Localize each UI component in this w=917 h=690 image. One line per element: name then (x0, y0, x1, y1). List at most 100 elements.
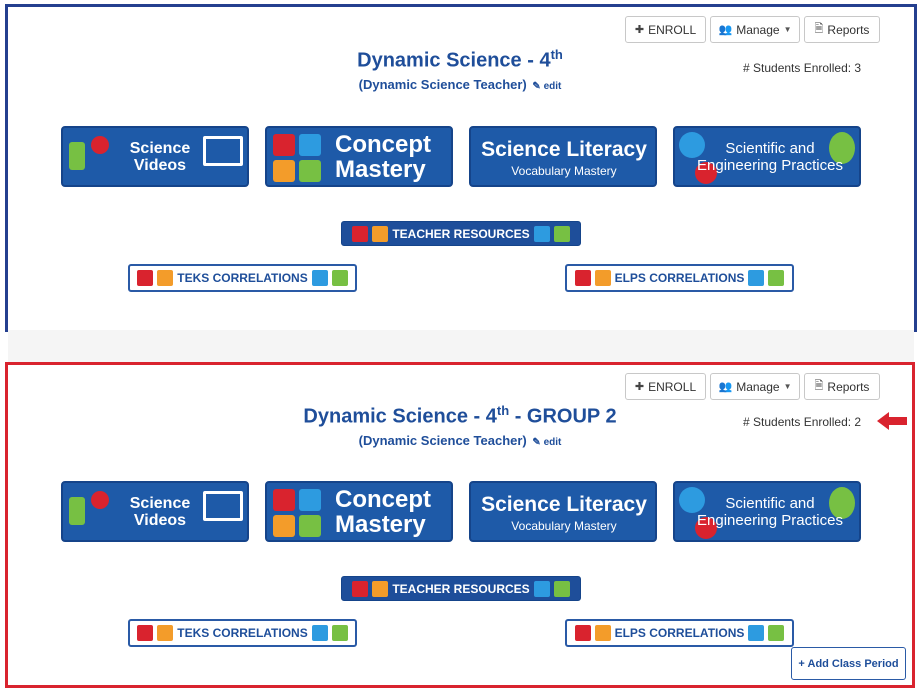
planet-icon (273, 160, 295, 182)
edit-link[interactable]: ✎ edit (532, 437, 561, 448)
teks-correlations-button[interactable]: TEKS CORRELATIONS (128, 619, 357, 647)
science-videos-tile[interactable]: Science Videos (61, 126, 249, 187)
beaker-icon (533, 580, 550, 597)
flask-icon (91, 491, 109, 509)
users-icon: 👥 (718, 24, 733, 36)
reports-label: Reports (827, 379, 870, 394)
manage-label: Manage (736, 379, 780, 394)
students-enrolled: # Students Enrolled: 2 (743, 415, 862, 429)
planet-icon (157, 270, 174, 286)
dna-icon (273, 134, 295, 156)
edit-link[interactable]: ✎ edit (532, 81, 561, 92)
enroll-button[interactable]: ✚ ENROLL (625, 16, 706, 43)
manage-label: Manage (736, 22, 780, 37)
elps-label: ELPS CORRELATIONS (614, 626, 745, 640)
atom-icon (331, 270, 348, 286)
beaker-icon (299, 134, 321, 156)
sep-tile[interactable]: Scientific and Engineering Practices (673, 481, 861, 542)
teacher-name: (Dynamic Science Teacher) (358, 77, 527, 92)
teacher-line: (Dynamic Science Teacher) ✎ edit (8, 433, 912, 448)
reports-button[interactable]: 🗎 Reports (804, 16, 880, 43)
class-panel-1: ✚ ENROLL 👥 Manage ▼ 🗎 Reports Dynamic Sc… (5, 4, 917, 332)
teacher-resources-label: TEACHER RESOURCES (392, 226, 530, 241)
caret-down-icon: ▼ (783, 382, 792, 391)
edit-label: edit (543, 437, 562, 448)
elps-correlations-button[interactable]: ELPS CORRELATIONS (565, 619, 794, 647)
teks-correlations-button[interactable]: TEKS CORRELATIONS (128, 264, 357, 292)
manage-dropdown[interactable]: 👥 Manage ▼ (710, 16, 800, 43)
teks-label: TEKS CORRELATIONS (177, 271, 308, 285)
page-root: ✚ ENROLL 👥 Manage ▼ 🗎 Reports Dynamic Sc… (0, 0, 917, 690)
elps-correlations-button[interactable]: ELPS CORRELATIONS (565, 264, 794, 292)
title-text: Dynamic Science - 4 (357, 49, 551, 72)
tile-label: Science Videos (129, 140, 191, 174)
left-arrow-icon (877, 412, 907, 430)
tile-label: Scientific and Engineering Practices (697, 495, 843, 529)
tile-label: Scientific and Engineering Practices (697, 140, 843, 174)
dna-icon (137, 270, 154, 286)
document-icon: 🗎 (814, 380, 824, 392)
sep-tile[interactable]: Scientific and Engineering Practices (673, 126, 861, 187)
planet-icon (594, 625, 611, 641)
beaker-icon (311, 270, 328, 286)
manage-dropdown[interactable]: 👥 Manage ▼ (710, 373, 800, 400)
beaker-icon (311, 625, 328, 641)
class-panel-2: ✚ ENROLL 👥 Manage ▼ 🗎 Reports Dynamic Sc… (5, 362, 915, 688)
tile-sublabel: Vocabulary Mastery (511, 519, 617, 533)
atom-icon (299, 515, 321, 537)
planet-icon (372, 225, 389, 242)
enroll-button[interactable]: ✚ ENROLL (625, 373, 706, 400)
tile-label: Science Literacy (481, 493, 647, 516)
users-icon: 👥 (718, 381, 733, 393)
beaker-icon (748, 625, 765, 641)
planet-icon (594, 270, 611, 286)
beaker-icon (299, 489, 321, 511)
atom-icon (331, 625, 348, 641)
elps-label: ELPS CORRELATIONS (614, 271, 745, 285)
monitor-icon (203, 491, 243, 521)
reports-button[interactable]: 🗎 Reports (804, 373, 880, 400)
monitor-icon (203, 136, 243, 166)
beaker-icon (533, 225, 550, 242)
enroll-label: ENROLL (648, 22, 697, 37)
title-suffix: - GROUP 2 (509, 405, 617, 428)
tile-sublabel: Vocabulary Mastery (511, 164, 617, 178)
plus-icon: ✚ (634, 24, 645, 36)
dna-icon (273, 489, 295, 511)
teks-label: TEKS CORRELATIONS (177, 626, 308, 640)
plant-icon (69, 497, 85, 525)
document-icon: 🗎 (814, 23, 824, 35)
teacher-resources-button[interactable]: TEACHER RESOURCES (341, 221, 581, 246)
panel-separator (8, 330, 914, 363)
add-class-period-button[interactable]: + Add Class Period (791, 647, 906, 680)
atom-icon (553, 225, 570, 242)
concept-mastery-tile[interactable]: Concept Mastery (265, 481, 453, 542)
dna-icon (352, 225, 369, 242)
tile-label: Concept Mastery (335, 486, 431, 538)
flask-icon (91, 136, 109, 154)
dna-icon (352, 580, 369, 597)
edit-label: edit (543, 81, 562, 92)
reports-label: Reports (827, 22, 870, 37)
add-class-period-label: + Add Class Period (798, 657, 899, 670)
teacher-resources-button[interactable]: TEACHER RESOURCES (341, 576, 581, 601)
title-sup: th (496, 403, 510, 418)
students-enrolled: # Students Enrolled: 3 (743, 61, 862, 75)
concept-mastery-tile[interactable]: Concept Mastery (265, 126, 453, 187)
science-videos-tile[interactable]: Science Videos (61, 481, 249, 542)
beaker-icon (748, 270, 765, 286)
planet-icon (157, 625, 174, 641)
atom-icon (768, 625, 785, 641)
planet-icon (273, 515, 295, 537)
science-literacy-tile[interactable]: Science Literacy Vocabulary Mastery (469, 126, 657, 187)
dna-icon (574, 625, 591, 641)
atom-icon (553, 580, 570, 597)
dna-icon (574, 270, 591, 286)
atom-icon (299, 160, 321, 182)
plant-icon (69, 142, 85, 170)
tile-label: Concept Mastery (335, 131, 431, 183)
plus-icon: ✚ (634, 381, 645, 393)
science-literacy-tile[interactable]: Science Literacy Vocabulary Mastery (469, 481, 657, 542)
teacher-line: (Dynamic Science Teacher) ✎ edit (8, 77, 912, 92)
caret-down-icon: ▼ (783, 25, 792, 34)
